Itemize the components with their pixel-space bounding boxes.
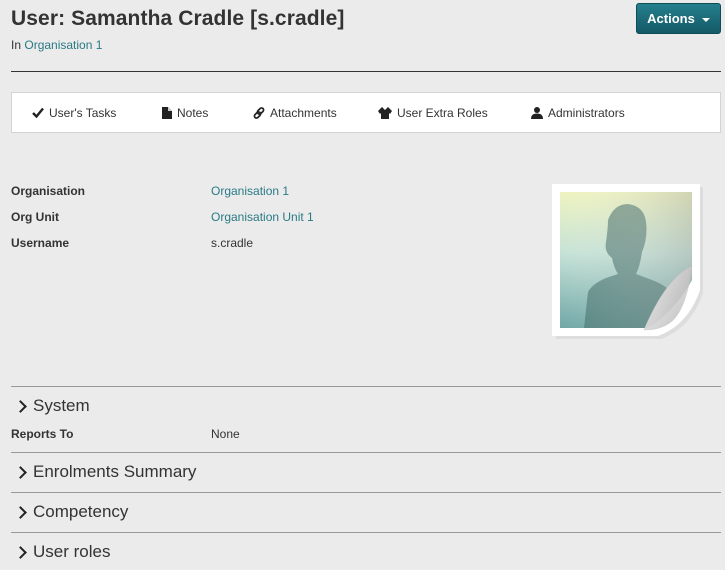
link-icon	[253, 106, 265, 119]
user-placeholder-photo	[548, 180, 706, 340]
person-icon	[531, 106, 543, 119]
tab-administrators[interactable]: Administrators	[531, 93, 625, 132]
detail-label: Username	[11, 236, 70, 250]
check-icon	[32, 107, 44, 118]
detail-row-reports-to: Reports To None	[11, 427, 411, 442]
chevron-right-icon	[14, 506, 27, 519]
tab-attachments[interactable]: Attachments	[253, 93, 337, 132]
organisation-value-link[interactable]: Organisation 1	[211, 184, 289, 198]
chevron-right-icon	[14, 466, 27, 479]
tab-user-extra-roles[interactable]: User Extra Roles	[378, 93, 488, 132]
organisation-breadcrumb: In Organisation 1	[11, 38, 102, 52]
org-unit-value-link[interactable]: Organisation Unit 1	[211, 210, 314, 224]
section-competency-toggle[interactable]: Competency	[14, 500, 129, 524]
organisation-link[interactable]: Organisation 1	[24, 38, 102, 52]
detail-label: Reports To	[11, 427, 74, 441]
in-prefix: In	[11, 38, 22, 52]
tab-notes[interactable]: Notes	[162, 93, 208, 132]
username-value: s.cradle	[211, 236, 254, 250]
tab-bar: User's Tasks Notes Attachments User Extr…	[11, 92, 721, 133]
section-enrolments-summary-toggle[interactable]: Enrolments Summary	[14, 460, 197, 484]
chevron-right-icon	[14, 400, 27, 413]
detail-label: Org Unit	[11, 210, 59, 224]
page-title: User: Samantha Cradle [s.cradle]	[11, 7, 345, 30]
jacket-icon	[378, 106, 392, 119]
tab-label: Attachments	[270, 105, 337, 120]
section-divider	[11, 452, 721, 453]
caret-down-icon	[701, 17, 710, 22]
section-divider	[11, 492, 721, 493]
tab-label: Administrators	[548, 105, 625, 120]
tab-label: User's Tasks	[49, 105, 117, 120]
detail-label: Organisation	[11, 184, 86, 198]
tab-label: Notes	[177, 105, 209, 120]
actions-button[interactable]: Actions	[636, 3, 721, 34]
section-title: Competency	[33, 502, 129, 521]
reports-to-value: None	[211, 427, 240, 441]
section-divider	[11, 386, 721, 387]
chevron-right-icon	[14, 546, 27, 559]
tab-users-tasks[interactable]: User's Tasks	[32, 93, 116, 132]
section-title: Enrolments Summary	[33, 462, 197, 481]
tab-label: User Extra Roles	[397, 105, 488, 120]
section-title: User roles	[33, 542, 111, 561]
document-icon	[162, 106, 172, 119]
section-divider	[11, 532, 721, 533]
header-divider	[11, 71, 721, 72]
section-system-toggle[interactable]: System	[14, 394, 90, 418]
section-user-roles-toggle[interactable]: User roles	[14, 540, 111, 564]
actions-label: Actions	[647, 11, 695, 26]
section-title: System	[33, 396, 90, 415]
